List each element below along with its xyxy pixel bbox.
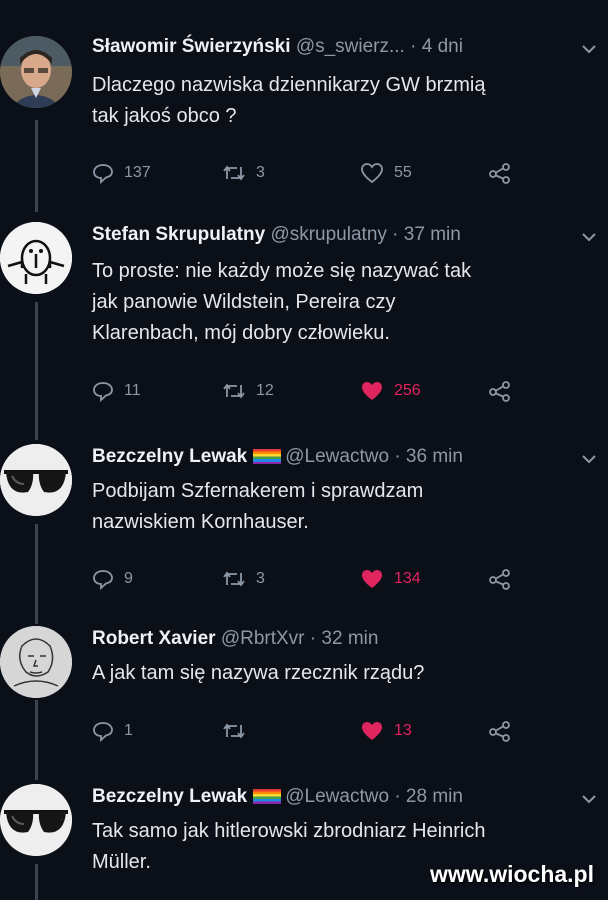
heart-icon: [362, 722, 382, 740]
avatar[interactable]: [0, 626, 72, 698]
share-icon: [489, 569, 510, 590]
reply-icon: [93, 570, 113, 590]
share-icon: [489, 163, 510, 184]
chevron-down-icon[interactable]: [580, 790, 598, 808]
retweet-button[interactable]: 3: [222, 564, 265, 594]
watermark: www.wiocha.pl: [430, 861, 594, 887]
retweet-button[interactable]: 3: [222, 158, 265, 188]
like-button[interactable]: 13: [360, 716, 412, 746]
rainbow-flag-icon: [253, 449, 282, 464]
share-button[interactable]: [488, 376, 522, 406]
tweet[interactable]: Robert Xavier @RbrtXvr · 32 min A jak ta…: [0, 626, 608, 756]
chevron-down-icon[interactable]: [580, 228, 598, 246]
avatar[interactable]: [0, 444, 72, 516]
retweet-icon: [223, 571, 245, 587]
share-button[interactable]: [488, 716, 522, 746]
avatar-photo-icon: [0, 36, 72, 108]
tweet[interactable]: Bezczelny Lewak @Lewactwo · 36 min Podbij…: [0, 444, 608, 604]
avatar[interactable]: [0, 222, 72, 294]
tweet-header: Robert Xavier @RbrtXvr · 32 min: [92, 626, 586, 652]
doodle-avatar-icon: [0, 222, 72, 294]
like-count: 13: [394, 722, 412, 739]
tweet-time[interactable]: · 37 min: [392, 224, 461, 245]
share-button[interactable]: [488, 564, 522, 594]
heart-icon: [362, 570, 382, 588]
tweet-time[interactable]: · 28 min: [394, 786, 463, 807]
author-name[interactable]: Bezczelny Lewak: [92, 446, 247, 467]
tweet-actions: 137 3 55: [92, 158, 592, 188]
reply-count: 11: [124, 382, 141, 399]
retweet-button[interactable]: 12: [222, 376, 274, 406]
author-handle[interactable]: @skrupulatny: [270, 224, 386, 245]
heart-icon: [362, 382, 382, 400]
reply-count: 1: [124, 722, 133, 739]
tweet-text: Dlaczego nazwiska dziennikarzy GW brzmią…: [92, 74, 486, 127]
tweet-text: Podbijam Szfernakerem i sprawdzam nazwis…: [92, 480, 424, 533]
tweet-actions: 1 13: [92, 716, 592, 746]
tweet-header: Bezczelny Lewak @Lewactwo · 28 min: [92, 784, 586, 810]
tweet-actions: 11 12 256: [92, 376, 592, 406]
tweet-text: To proste: nie każdy może się nazywać ta…: [92, 260, 472, 344]
author-handle[interactable]: @Lewactwo: [285, 446, 389, 467]
author-name[interactable]: Robert Xavier: [92, 628, 216, 649]
retweet-icon: [223, 165, 245, 181]
share-icon: [489, 381, 510, 402]
tweet-header: Sławomir Świerzyński @s_swierz... · 4 dn…: [92, 34, 586, 60]
author-handle[interactable]: @RbrtXvr: [221, 628, 305, 649]
chevron-down-icon[interactable]: [580, 450, 598, 468]
author-name[interactable]: Bezczelny Lewak: [92, 786, 247, 807]
like-count: 256: [394, 382, 421, 399]
reply-button[interactable]: 1: [92, 716, 133, 746]
reply-icon: [93, 382, 113, 402]
sunglasses-avatar-icon: [0, 784, 72, 856]
share-button[interactable]: [488, 158, 522, 188]
author-name[interactable]: Sławomir Świerzyński: [92, 36, 291, 57]
retweet-button[interactable]: [222, 716, 256, 746]
heart-icon: [361, 163, 383, 184]
author-handle[interactable]: @s_swierz...: [296, 36, 405, 57]
tweet-header: Bezczelny Lewak @Lewactwo · 36 min: [92, 444, 586, 470]
tweet[interactable]: Stefan Skrupulatny @skrupulatny · 37 min…: [0, 222, 608, 422]
tweet[interactable]: Sławomir Świerzyński @s_swierz... · 4 dn…: [0, 34, 608, 204]
avatar[interactable]: [0, 36, 72, 108]
chevron-down-icon[interactable]: [580, 40, 598, 58]
tweet-header: Stefan Skrupulatny @skrupulatny · 37 min: [92, 222, 586, 248]
retweet-count: 3: [256, 164, 265, 181]
author-name[interactable]: Stefan Skrupulatny: [92, 224, 265, 245]
like-button[interactable]: 134: [360, 564, 421, 594]
reply-button[interactable]: 11: [92, 376, 141, 406]
avatar[interactable]: [0, 784, 72, 856]
retweet-count: 12: [256, 382, 274, 399]
reply-icon: [93, 722, 113, 742]
retweet-count: 3: [256, 570, 265, 587]
like-count: 134: [394, 570, 421, 587]
retweet-icon: [223, 383, 245, 399]
reply-button[interactable]: 9: [92, 564, 133, 594]
reply-count: 137: [124, 164, 151, 181]
share-icon: [489, 721, 510, 742]
tweet-actions: 9 3 134: [92, 564, 592, 594]
tweet-text: A jak tam się nazywa rzecznik rządu?: [92, 662, 425, 684]
rainbow-flag-icon: [253, 789, 282, 804]
sketch-avatar-icon: [0, 626, 72, 698]
tweet-time[interactable]: · 36 min: [394, 446, 463, 467]
reply-button[interactable]: 137: [92, 158, 151, 188]
like-button[interactable]: 55: [360, 158, 412, 188]
retweet-icon: [223, 723, 245, 739]
reply-count: 9: [124, 570, 133, 587]
tweet-time[interactable]: · 4 dni: [410, 36, 463, 57]
like-button[interactable]: 256: [360, 376, 421, 406]
reply-icon: [93, 164, 113, 184]
like-count: 55: [394, 164, 412, 181]
sunglasses-avatar-icon: [0, 444, 72, 516]
tweet-time[interactable]: · 32 min: [310, 628, 379, 649]
author-handle[interactable]: @Lewactwo: [285, 786, 389, 807]
